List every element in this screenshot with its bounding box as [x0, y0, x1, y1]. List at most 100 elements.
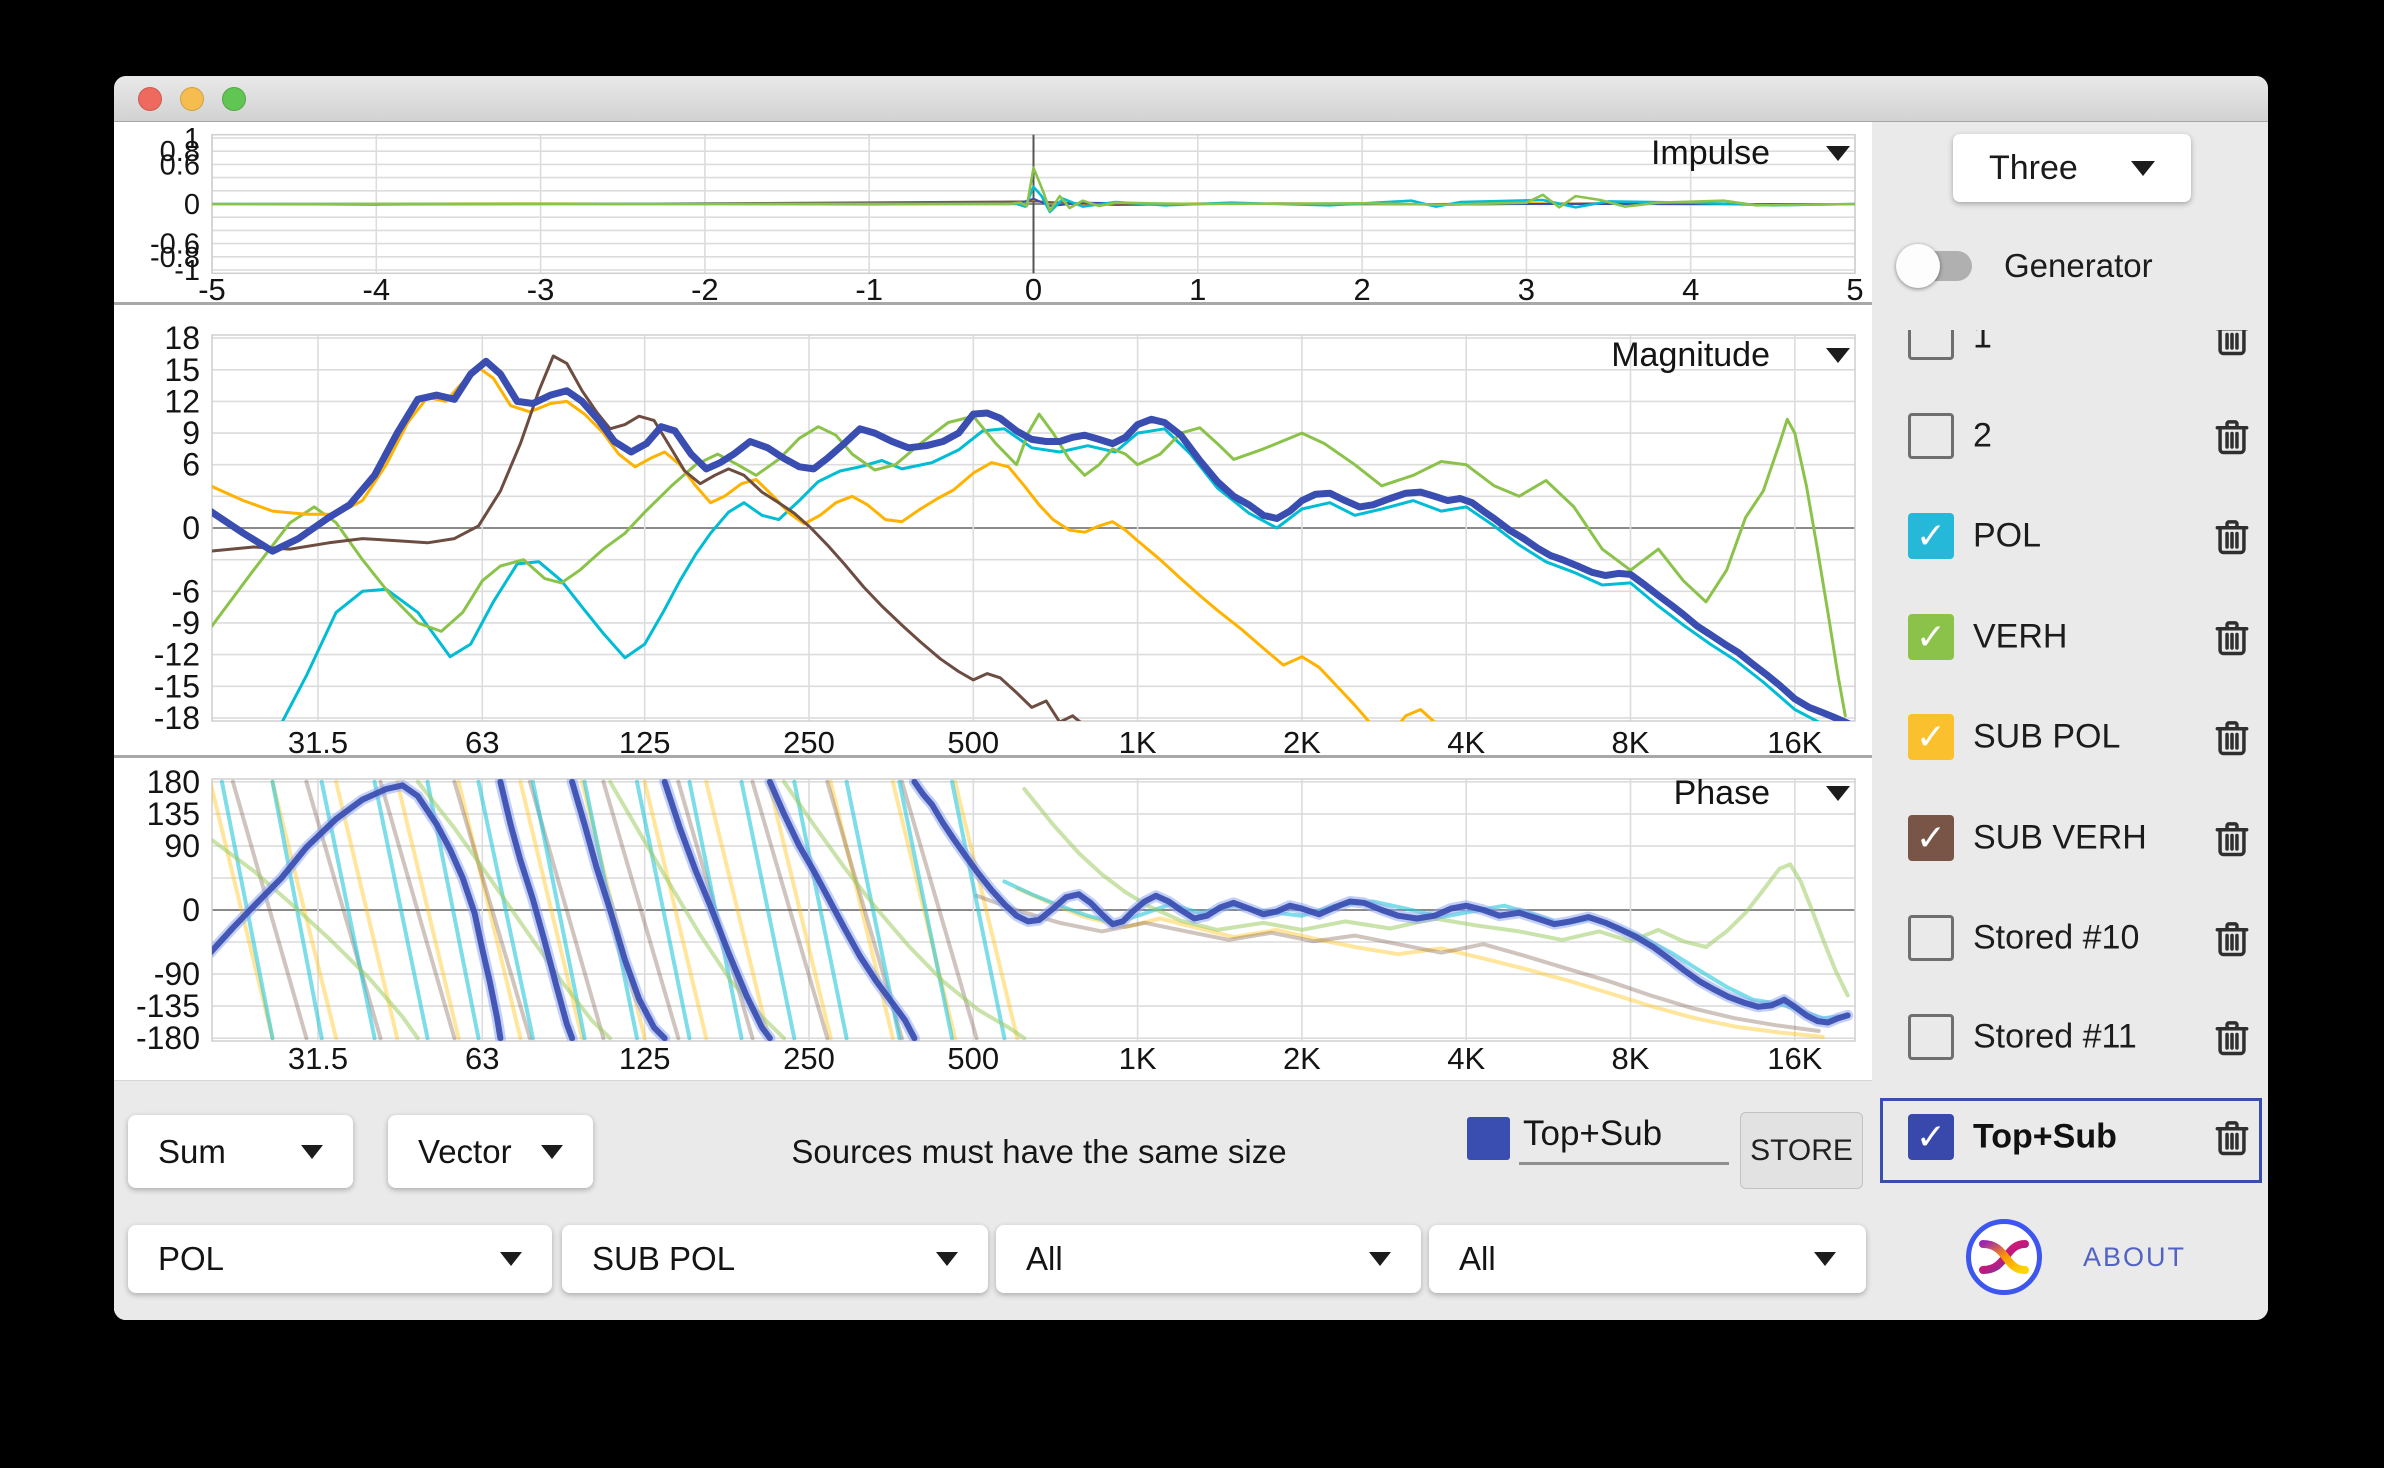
minimize-button[interactable] [180, 87, 204, 111]
app-window: 1 0.8 0.6 0 -0.6 -0.8 -1 -5 -4 -3 -2 -1 0 1 2 3 4 5 18 15 1… [114, 76, 2268, 1320]
svg-text:8K: 8K [1612, 1041, 1650, 1076]
close-button[interactable] [138, 87, 162, 111]
chevron-down-icon [936, 1252, 958, 1266]
store-button[interactable]: STORE [1740, 1112, 1863, 1189]
generator-toggle[interactable] [1896, 244, 1972, 288]
trash-icon [2215, 721, 2249, 756]
svg-text:0: 0 [1025, 272, 1042, 304]
svg-text:3: 3 [1518, 272, 1535, 304]
svg-text:-18: -18 [154, 700, 200, 736]
svg-text:-90: -90 [154, 956, 200, 992]
app-logo-icon [1966, 1219, 2042, 1295]
svg-text:-1: -1 [855, 272, 883, 304]
checkbox-unchecked[interactable] [1908, 1014, 1954, 1060]
trash-icon [2215, 922, 2249, 957]
measurement-row-2[interactable]: 2 [1872, 386, 2268, 486]
impulse-chart-type-select[interactable]: Impulse [1651, 134, 1850, 173]
measurement-row-stored-11[interactable]: Stored #11 [1872, 987, 2268, 1087]
svg-text:250: 250 [783, 1041, 835, 1076]
checkbox-unchecked[interactable] [1908, 413, 1954, 459]
check-icon: ✓ [1915, 716, 1947, 757]
magnitude-svg: 18151296 0 -6-9-12-15-18 31.5 63 125 250 500 1K 2… [154, 320, 1856, 760]
delete-measurement-button[interactable] [2210, 615, 2254, 659]
measurement-label: POL [1973, 516, 2042, 555]
store-color-swatch[interactable] [1467, 1117, 1510, 1160]
check-icon: ✓ [1915, 616, 1947, 657]
filter-b-value: All [1459, 1240, 1496, 1277]
phase-chart-type-select[interactable]: Phase [1674, 774, 1850, 813]
measurement-row-pol[interactable]: ✓ POL [1872, 486, 2268, 586]
svg-text:135: 135 [147, 796, 200, 832]
chevron-down-icon [1826, 348, 1850, 363]
svg-text:31.5: 31.5 [288, 725, 348, 758]
svg-text:125: 125 [619, 725, 671, 758]
series-verh [212, 412, 1847, 718]
checkbox-checked[interactable]: ✓ [1908, 614, 1954, 660]
measurement-label: Stored #10 [1973, 918, 2140, 957]
mode-select[interactable]: Vector [388, 1115, 593, 1188]
checkbox-checked[interactable]: ✓ [1908, 815, 1954, 861]
source-a-select[interactable]: POL [128, 1225, 552, 1293]
measurement-row-sub-pol[interactable]: ✓ SUB POL [1872, 687, 2268, 787]
svg-text:-135: -135 [136, 988, 200, 1024]
zoom-button[interactable] [222, 87, 246, 111]
operation-select[interactable]: Sum [128, 1115, 353, 1188]
store-name-input[interactable] [1519, 1107, 1729, 1165]
delete-measurement-button[interactable] [2210, 1015, 2254, 1059]
delete-measurement-button[interactable] [2210, 330, 2254, 359]
delete-measurement-button[interactable] [2210, 414, 2254, 458]
series-pol [280, 427, 1820, 721]
delete-measurement-button[interactable] [2210, 916, 2254, 960]
svg-text:8K: 8K [1612, 725, 1650, 758]
measurement-row-1[interactable]: 1 [1872, 330, 2268, 387]
filter-a-select[interactable]: All [996, 1225, 1421, 1293]
svg-text:1K: 1K [1119, 725, 1157, 758]
svg-text:63: 63 [465, 725, 499, 758]
trash-icon [2215, 621, 2249, 656]
measurement-label: 2 [1973, 416, 1992, 455]
checkbox-checked[interactable]: ✓ [1908, 714, 1954, 760]
measurement-row-stored-10[interactable]: Stored #10 [1872, 888, 2268, 988]
svg-text:125: 125 [619, 1041, 671, 1076]
delete-measurement-button[interactable] [2210, 1115, 2254, 1159]
trash-icon [2215, 520, 2249, 555]
delete-measurement-button[interactable] [2210, 715, 2254, 759]
checkbox-unchecked[interactable] [1908, 915, 1954, 961]
magnitude-chart-type-select[interactable]: Magnitude [1611, 336, 1850, 375]
measurement-row-verh[interactable]: ✓ VERH [1872, 587, 2268, 687]
delete-measurement-button[interactable] [2210, 514, 2254, 558]
svg-text:1K: 1K [1119, 1041, 1157, 1076]
chart-count-select[interactable]: Three [1953, 134, 2191, 202]
source-a-value: POL [158, 1240, 225, 1277]
delete-measurement-button[interactable] [2210, 816, 2254, 860]
checkbox-unchecked[interactable] [1908, 330, 1954, 360]
toggle-knob [1896, 244, 1940, 288]
check-icon: ✓ [1915, 1116, 1947, 1157]
check-icon: ✓ [1915, 515, 1947, 556]
measurement-row-sub-verh[interactable]: ✓ SUB VERH [1872, 788, 2268, 888]
trash-icon [2215, 1121, 2249, 1156]
svg-text:-15: -15 [154, 668, 200, 704]
svg-text:2K: 2K [1283, 1041, 1321, 1076]
svg-text:-2: -2 [691, 272, 719, 304]
source-b-value: SUB POL [592, 1240, 736, 1277]
chevron-down-icon [1826, 146, 1850, 161]
titlebar[interactable] [114, 76, 2268, 122]
size-hint-text: Sources must have the same size [791, 1133, 1287, 1170]
chevron-down-icon [541, 1144, 563, 1159]
svg-text:2K: 2K [1283, 725, 1321, 758]
svg-text:0: 0 [184, 189, 200, 221]
checkbox-checked[interactable]: ✓ [1908, 1114, 1954, 1160]
checkbox-checked[interactable]: ✓ [1908, 513, 1954, 559]
operation-select-value: Sum [158, 1132, 226, 1170]
measurement-label: SUB VERH [1973, 818, 2147, 857]
filter-b-select[interactable]: All [1429, 1225, 1866, 1293]
svg-text:0: 0 [182, 892, 200, 928]
source-b-select[interactable]: SUB POL [562, 1225, 988, 1293]
about-button[interactable]: ABOUT [1872, 1194, 2268, 1320]
svg-text:500: 500 [947, 1041, 999, 1076]
svg-text:4: 4 [1682, 272, 1699, 304]
trash-icon [2216, 330, 2248, 356]
measurement-row-top-sub[interactable]: ✓ Top+Sub [1872, 1087, 2268, 1187]
svg-text:-4: -4 [363, 272, 391, 304]
